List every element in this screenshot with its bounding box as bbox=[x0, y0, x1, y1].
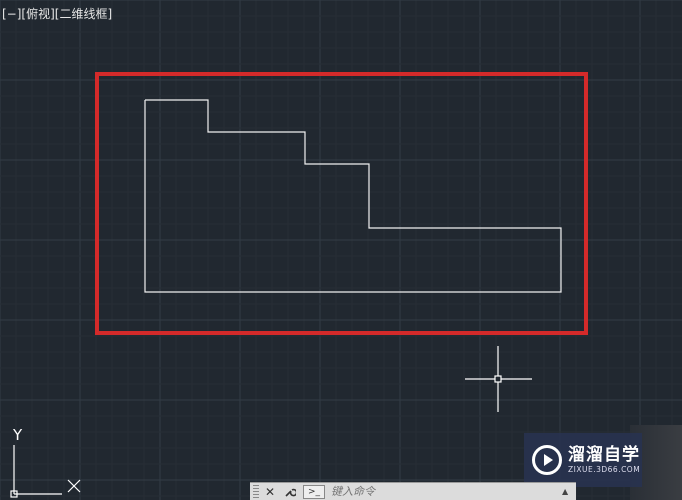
command-prompt-button[interactable]: >_ bbox=[303, 484, 325, 499]
chevron-up-icon[interactable]: ▲ bbox=[562, 487, 572, 496]
crosshair-cursor bbox=[465, 346, 532, 412]
ucs-icon bbox=[10, 445, 81, 498]
command-line: ✕ >_ ▲ bbox=[250, 482, 576, 500]
command-input[interactable] bbox=[331, 483, 562, 500]
watermark-url: ZIXUE.3D66.COM bbox=[568, 465, 641, 474]
viewport-menu-button[interactable]: [−] bbox=[2, 7, 21, 21]
ucs-y-label: Y bbox=[12, 426, 23, 444]
close-icon[interactable]: ✕ bbox=[261, 484, 279, 500]
viewport-controls: [−][俯视][二维线框] bbox=[2, 5, 112, 22]
wrench-icon[interactable] bbox=[281, 484, 299, 500]
highlight-rectangle bbox=[95, 72, 588, 335]
view-cube-menu[interactable]: [俯视] bbox=[21, 7, 54, 21]
drag-handle-icon[interactable] bbox=[253, 484, 259, 499]
stepped-profile-outline[interactable] bbox=[144, 99, 562, 293]
watermark-title: 溜溜自学 bbox=[568, 445, 640, 465]
visual-style-menu[interactable]: [二维线框] bbox=[55, 7, 112, 21]
play-logo-icon bbox=[532, 445, 562, 475]
watermark-logo: 溜溜自学 ZIXUE.3D66.COM bbox=[524, 433, 642, 487]
drawing-canvas[interactable]: Y bbox=[0, 0, 682, 500]
